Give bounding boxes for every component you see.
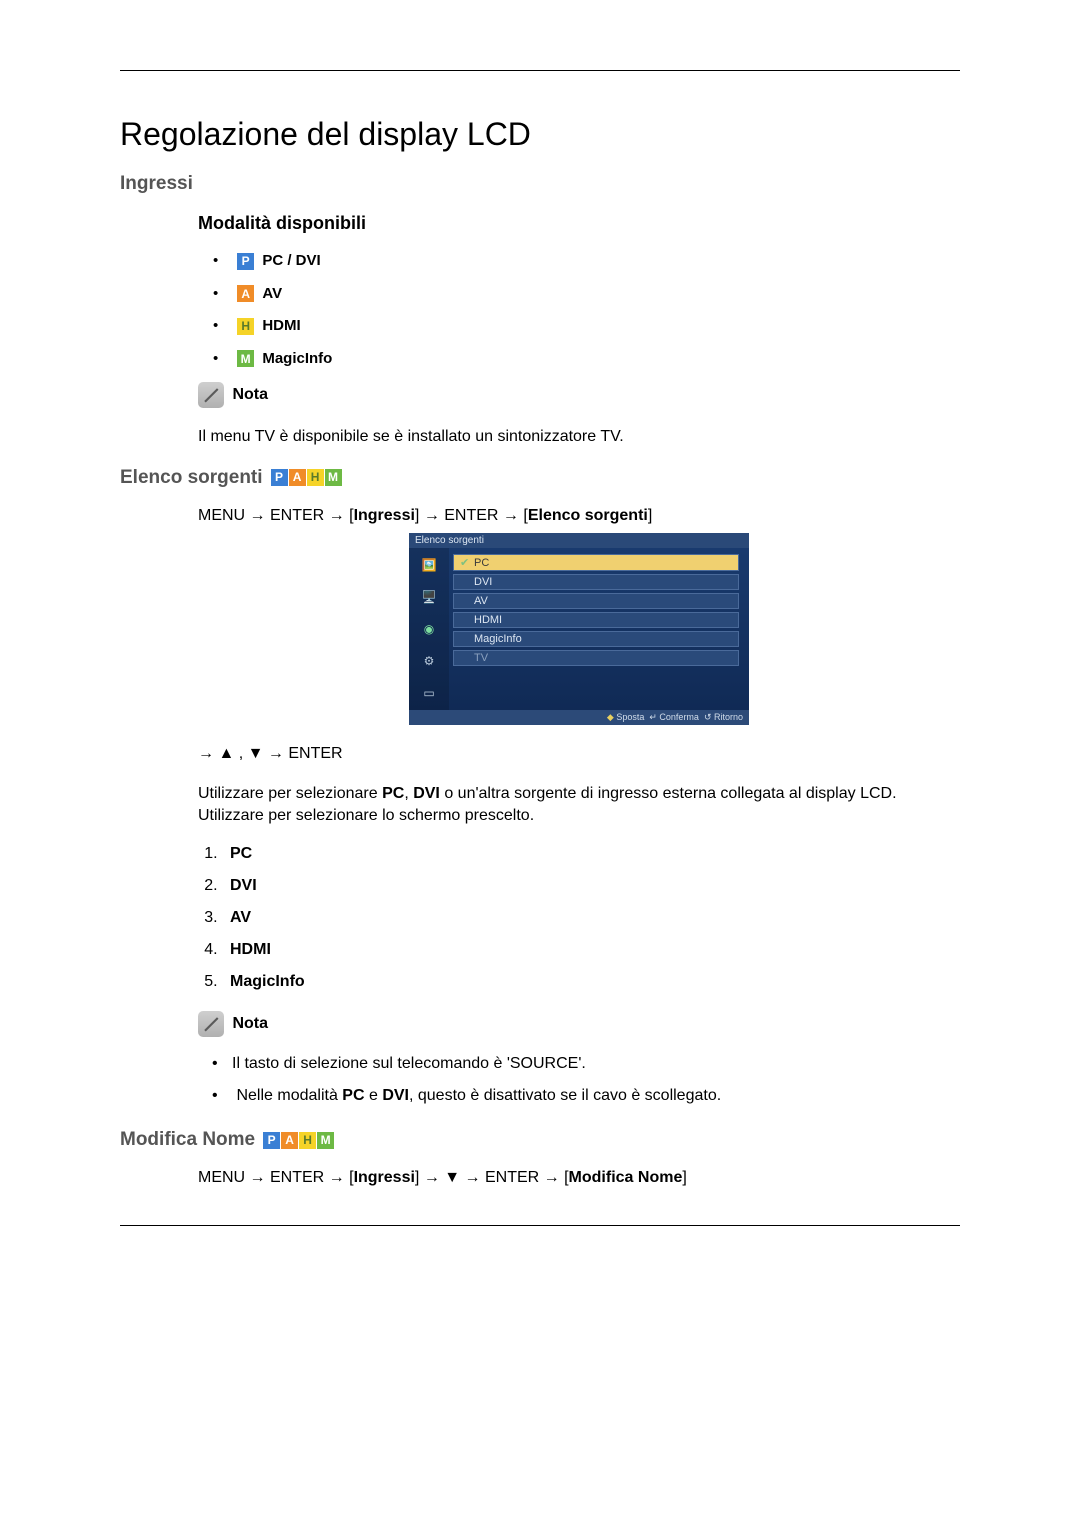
- mode-item-magicinfo: M MagicInfo: [213, 350, 960, 368]
- note-block-2: Nota: [198, 1011, 960, 1037]
- note-text: Il menu TV è disponibile se è installato…: [198, 426, 960, 448]
- osd-icon-picture: 🖼️: [418, 554, 440, 576]
- menu-path-modifica: MENU → ENTER → [Ingressi] → ▼ → ENTER → …: [198, 1169, 960, 1187]
- osd-sidebar: 🖼️ 🖥️ ◉ ⚙ ▭: [409, 548, 449, 710]
- mode-label: MagicInfo: [262, 350, 332, 367]
- note-bullet-1: Il tasto di selezione sul telecomando è …: [212, 1055, 960, 1073]
- note-bullets: Il tasto di selezione sul telecomando è …: [212, 1055, 960, 1105]
- modes-heading: Modalità disponibili: [198, 213, 960, 234]
- a-icon: A: [237, 285, 254, 302]
- note-icon: [198, 1011, 224, 1037]
- section-elenco-heading: Elenco sorgenti: [120, 467, 263, 489]
- osd-item-hdmi: HDMI: [453, 612, 739, 628]
- section-ingressi-heading: Ingressi: [120, 173, 960, 195]
- list-item: AV: [222, 909, 960, 927]
- note-label: Nota: [232, 386, 268, 403]
- osd-item-av: AV: [453, 593, 739, 609]
- note-icon: [198, 382, 224, 408]
- m-icon: M: [317, 1132, 334, 1149]
- mode-item-av: A AV: [213, 285, 960, 303]
- osd-list: ✔PC DVI AV HDMI MagicInfo TV: [449, 548, 749, 710]
- h-icon: H: [307, 469, 324, 486]
- m-icon: M: [237, 350, 254, 367]
- osd-item-tv: TV: [453, 650, 739, 666]
- mode-label: HDMI: [262, 317, 300, 334]
- p-icon: P: [271, 469, 288, 486]
- mode-item-hdmi: H HDMI: [213, 317, 960, 335]
- mode-label: PC / DVI: [262, 252, 320, 269]
- page-title: Regolazione del display LCD: [120, 116, 960, 153]
- source-ordered-list: PC DVI AV HDMI MagicInfo: [222, 845, 960, 991]
- badge-row: PAHM: [271, 469, 343, 487]
- list-item: PC: [222, 845, 960, 863]
- list-item: DVI: [222, 877, 960, 895]
- arrows-line: → ▲ , ▼ → ENTER: [198, 745, 960, 763]
- osd-item-pc: ✔PC: [453, 554, 739, 571]
- h-icon: H: [237, 318, 254, 335]
- badge-row: PAHM: [263, 1131, 335, 1149]
- a-icon: A: [289, 469, 306, 486]
- osd-title: Elenco sorgenti: [409, 533, 749, 548]
- osd-item-dvi: DVI: [453, 574, 739, 590]
- osd-screenshot: Elenco sorgenti 🖼️ 🖥️ ◉ ⚙ ▭ ✔PC DVI AV H…: [409, 533, 749, 725]
- osd-item-magicinfo: MagicInfo: [453, 631, 739, 647]
- section-modifica-heading: Modifica Nome: [120, 1129, 255, 1151]
- mode-item-pc: P PC / DVI: [213, 252, 960, 270]
- modes-list: P PC / DVI A AV H HDMI M MagicInfo: [213, 252, 960, 367]
- osd-icon-display: 🖥️: [418, 586, 440, 608]
- mode-label: AV: [262, 285, 282, 302]
- note-label: Nota: [232, 1015, 268, 1032]
- note-bullet-2: Nelle modalità PC e DVI, questo è disatt…: [212, 1087, 960, 1105]
- osd-footer: ◆ Sposta ↵ Conferma ↺ Ritorno: [409, 710, 749, 725]
- m-icon: M: [325, 469, 342, 486]
- h-icon: H: [299, 1132, 316, 1149]
- bottom-rule: [120, 1225, 960, 1226]
- top-rule: [120, 70, 960, 71]
- list-item: HDMI: [222, 941, 960, 959]
- note-block: Nota: [198, 382, 960, 408]
- a-icon: A: [281, 1132, 298, 1149]
- list-item: MagicInfo: [222, 973, 960, 991]
- p-icon: P: [237, 253, 254, 270]
- osd-icon-setup: ⚙: [418, 650, 440, 672]
- menu-path-elenco: MENU → ENTER → [Ingressi] → ENTER → [Ele…: [198, 507, 960, 525]
- osd-icon-sound: ◉: [418, 618, 440, 640]
- osd-icon-input: ▭: [418, 682, 440, 704]
- p-icon: P: [263, 1132, 280, 1149]
- elenco-description: Utilizzare per selezionare PC, DVI o un'…: [198, 783, 960, 828]
